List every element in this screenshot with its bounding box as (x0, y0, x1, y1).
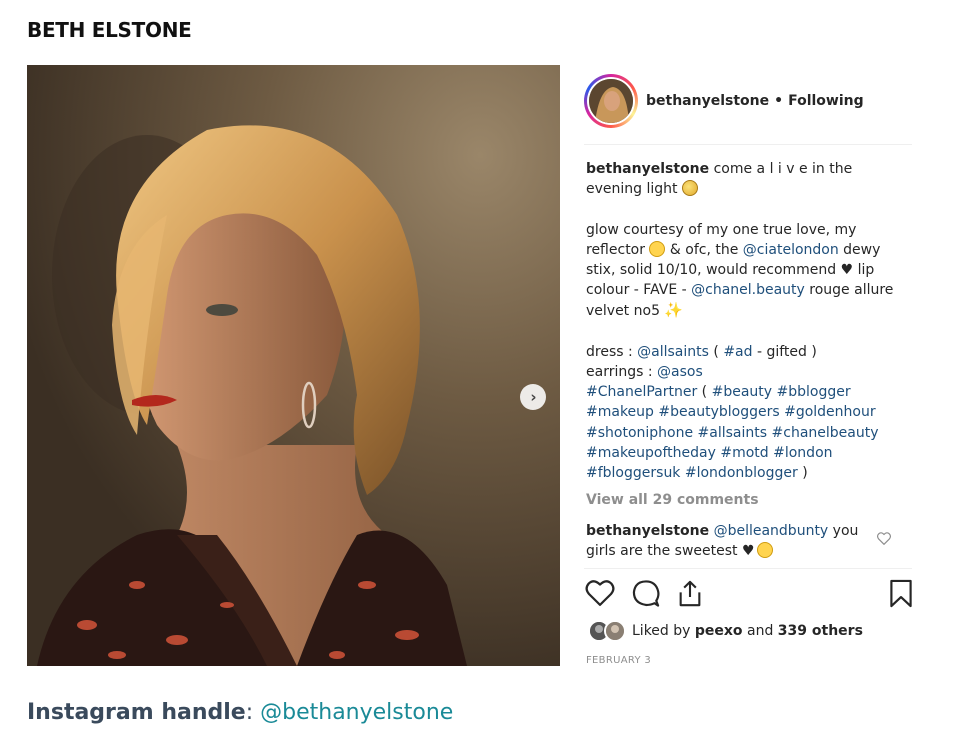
comment-username[interactable]: bethanyelstone (586, 523, 709, 539)
actions-divider (584, 568, 912, 569)
footer-colon: : (245, 700, 261, 725)
crying-emoji-icon (756, 542, 773, 559)
likes-summary: Liked by peexo and 339 others (588, 620, 863, 642)
liked-prefix: Liked by (632, 623, 695, 639)
view-all-comments-link[interactable]: View all 29 comments (586, 492, 759, 508)
caption-text: & ofc, the (665, 241, 743, 258)
mention-link[interactable]: @asos (657, 364, 703, 380)
hashtag-link[interactable]: #allsaints (698, 425, 768, 441)
hashtag-link[interactable]: #beautybloggers (658, 404, 779, 420)
hashtag-link[interactable]: #shotoniphone (586, 425, 693, 441)
sparkles-emoji-icon: ✨ (664, 301, 684, 320)
hashtag-link[interactable]: #ChanelPartner (586, 384, 697, 400)
post-header: bethanyelstone • Following (584, 74, 914, 128)
comment: bethanyelstone @belleandbunty you girls … (586, 521, 876, 561)
caption-text: ) (797, 465, 808, 482)
liked-by-text: Liked by peexo and 339 others (632, 623, 863, 639)
post-date: FEBRUARY 3 (586, 655, 651, 666)
liked-middle: and (742, 623, 778, 639)
post-photo[interactable] (27, 65, 560, 666)
hashtag-link[interactable]: #fbloggersuk (586, 465, 680, 481)
mention-link[interactable]: @chanel.beauty (691, 282, 805, 298)
next-photo-button[interactable]: › (520, 384, 546, 410)
post-actions (584, 579, 914, 611)
profile-avatar[interactable] (584, 74, 638, 128)
caption-text: ( (697, 384, 712, 401)
hashtag-link[interactable]: #makeup (586, 404, 654, 420)
hashtag-link[interactable]: #makeupoftheday (586, 445, 716, 461)
hashtag-link[interactable]: #chanelbeauty (772, 425, 879, 441)
page-title: BETH ELSTONE (27, 18, 192, 42)
caption-text: dress : (586, 343, 638, 360)
liker-avatar[interactable] (604, 620, 626, 642)
mention-link[interactable]: @ciatelondon (743, 242, 839, 258)
caption-text: - gifted ) (752, 343, 817, 360)
hashtag-link[interactable]: #london (773, 445, 832, 461)
portrait-image (27, 65, 560, 666)
liker-avatar-image (606, 622, 624, 640)
hashtag-link[interactable]: #bblogger (777, 384, 851, 400)
liker-username[interactable]: peexo (695, 623, 743, 639)
instagram-handle-footer: Instagram handle: @bethanyelstone (27, 700, 453, 725)
mention-link[interactable]: @belleandbunty (714, 523, 829, 539)
instagram-handle-link[interactable]: @bethanyelstone (260, 700, 453, 725)
smiley-emoji-icon (649, 240, 666, 257)
bookmark-icon[interactable] (889, 579, 913, 608)
hashtag-link[interactable]: #goldenhour (784, 404, 876, 420)
mention-link[interactable]: @allsaints (637, 344, 709, 360)
hashtag-link[interactable]: #motd (720, 445, 768, 461)
following-button[interactable]: Following (788, 93, 864, 109)
caption-text: ( (708, 343, 724, 360)
header-divider (584, 144, 912, 145)
hashtag-link[interactable]: #londonblogger (685, 465, 798, 481)
caption-text: earrings : (586, 364, 658, 380)
chevron-right-icon: › (530, 387, 537, 406)
post-side-panel: bethanyelstone • Following bethanyelston… (584, 65, 914, 666)
comment-icon[interactable] (631, 579, 661, 608)
moon-emoji-icon (681, 180, 698, 197)
share-icon[interactable] (676, 579, 704, 608)
footer-label: Instagram handle (27, 700, 246, 725)
caption-username[interactable]: bethanyelstone (586, 161, 709, 177)
post-username[interactable]: bethanyelstone (646, 93, 769, 109)
hashtag-link[interactable]: #ad (723, 344, 752, 360)
separator-dot: • (774, 93, 784, 109)
comment-like-heart-icon[interactable] (877, 532, 891, 545)
avatar-image (589, 79, 633, 123)
likes-count-link[interactable]: 339 others (778, 623, 863, 639)
post-caption: bethanyelstone come a l i v e in the eve… (586, 159, 896, 483)
hashtag-link[interactable]: #beauty (712, 384, 772, 400)
heart-icon[interactable] (585, 579, 615, 607)
